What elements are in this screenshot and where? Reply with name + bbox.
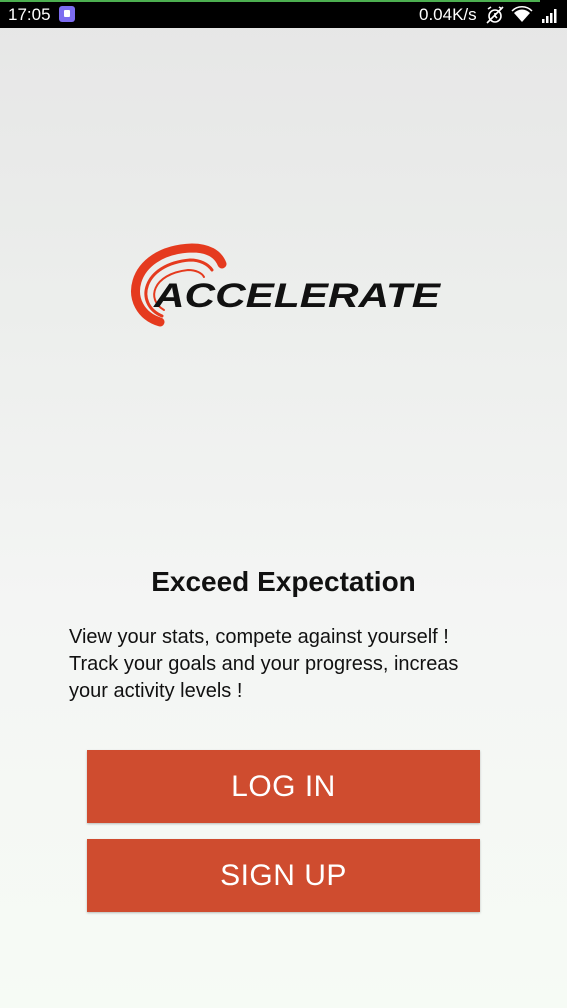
signal-icon <box>542 9 557 23</box>
wifi-icon <box>514 9 530 22</box>
status-icons-group <box>486 6 557 24</box>
status-bar: 17:05 0.04K/s <box>0 0 567 28</box>
accelerate-logo: ACCELERATE <box>131 243 442 327</box>
login-button[interactable]: LOG IN <box>87 750 480 823</box>
app-notification-icon <box>59 6 75 22</box>
network-speed: 0.04K/s <box>419 5 477 24</box>
headline: Exceed Expectation <box>151 566 416 597</box>
description-text: View your stats, compete against yoursel… <box>69 626 459 702</box>
logo-wordmark: ACCELERATE <box>153 277 442 315</box>
top-progress-line <box>0 0 540 2</box>
alarm-off-icon <box>486 6 504 24</box>
status-time: 17:05 <box>8 5 51 24</box>
signup-button[interactable]: SIGN UP <box>87 839 480 912</box>
